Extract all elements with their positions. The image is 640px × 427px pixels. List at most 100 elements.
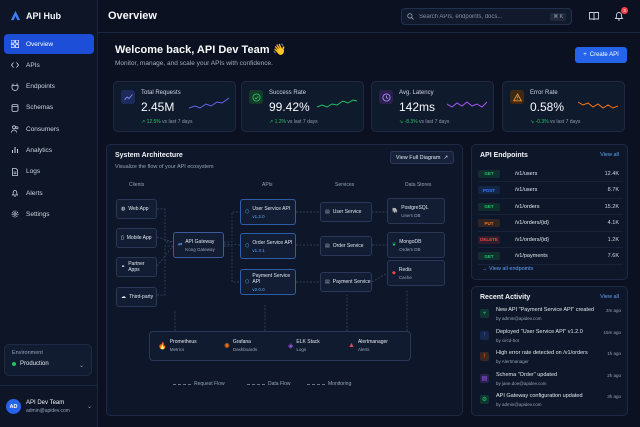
client-web-app[interactable]: ◍ Web App (116, 199, 157, 219)
activity-item[interactable]: + New API "Payment Service API" created by… (478, 306, 623, 326)
shortcut-hint: ⌘ K (550, 12, 566, 21)
sidebar-item-alerts[interactable]: Alerts (4, 183, 94, 203)
activity-item[interactable]: ▤ Schema "Order" updated by jane.doe@apide… (478, 371, 623, 391)
alert-icon: ▲ (348, 342, 355, 349)
endpoint-row[interactable]: GET/v1/users 12.4K (478, 166, 623, 182)
sparkline (447, 101, 487, 108)
service-payment[interactable]: ▤ Payment Service (320, 272, 372, 292)
api-gateway-node[interactable]: ⇄ API Gateway Kong Gateway (173, 232, 224, 258)
node-label: Order Service (332, 243, 364, 249)
welcome-subtitle: Monitor, manage, and scale your APIs wit… (115, 60, 273, 67)
chevron-down-icon: ⌄ (78, 363, 84, 369)
plus-icon: + (480, 309, 489, 318)
activity-item[interactable]: ! High error rate detected on /v1/orders b… (478, 349, 623, 369)
stat-trend: ↘ -8.3% vs last 7 days (399, 119, 449, 125)
method-badge: GET (478, 169, 500, 178)
create-api-button[interactable]: + Create API (575, 47, 627, 63)
activity-view-all-link[interactable]: View all (600, 294, 619, 300)
activity-item[interactable]: ↑ Deployed "User Service API" v1.2.0 by ci… (478, 328, 623, 348)
endpoint-path: /v1/users (515, 170, 538, 177)
view-full-diagram-button[interactable]: View Full Diagram ↗ (390, 151, 454, 164)
view-full-diagram-label: View Full Diagram (395, 154, 441, 161)
environment-selector[interactable]: Environment Production ⌄ (4, 344, 92, 376)
api-icon: ⬡ (245, 279, 250, 285)
architecture-subtitle: Visualize the flow of your API ecosystem (115, 164, 214, 170)
endpoint-row[interactable]: POST/v1/users 8.7K (478, 183, 623, 199)
user-name: API Dev Team (26, 399, 65, 406)
endpoint-count: 4.1K (607, 220, 619, 226)
docs-book-icon[interactable] (588, 10, 600, 22)
endpoint-row[interactable]: DELETE/v1/orders/{id} 1.2K (478, 232, 623, 248)
view-all-endpoints-link[interactable]: → View all endpoints (482, 266, 533, 272)
brand[interactable]: API Hub (10, 10, 61, 21)
sidebar-item-overview[interactable]: Overview (4, 34, 94, 54)
create-api-label: Create API (589, 52, 619, 58)
top-header: Overview ⌘ K 3 (98, 0, 640, 33)
stat-card-error-rate[interactable]: Error Rate 0.58% ↘ -0.3% vs last 7 days (502, 81, 625, 132)
sidebar-item-apis[interactable]: APIs (4, 55, 94, 75)
redis-icon: ◆ (392, 270, 396, 276)
monitor-prometheus[interactable]: 🔥 Prometheus Metrics (158, 339, 197, 352)
sidebar-item-label: Schemas (26, 104, 54, 112)
stat-label: Error Rate (530, 90, 558, 96)
endpoint-row[interactable]: GET/v1/orders 15.2K (478, 199, 623, 215)
store-mongodb[interactable]: ❦ MongoDB Orders DB (387, 232, 445, 258)
environment-value: Production (12, 361, 84, 367)
endpoints-view-all-link[interactable]: View all (600, 152, 619, 158)
store-text: Redis Cache (399, 267, 412, 280)
client-third-party[interactable]: ☁ Third-party (116, 287, 157, 307)
sidebar-item-schemas[interactable]: Schemas (4, 98, 94, 118)
sidebar-item-endpoints[interactable]: Endpoints (4, 77, 94, 97)
node-label: Payment Service (332, 279, 371, 285)
monitor-text: Prometheus Metrics (170, 339, 197, 352)
server-icon: ▤ (325, 209, 330, 215)
api-payment-service[interactable]: ⬡ Payment Service API v2.0.0 (240, 269, 296, 295)
sidebar-item-logs[interactable]: Logs (4, 162, 94, 182)
node-label: Alertmanager (357, 339, 388, 345)
column-apis: APIs (262, 182, 273, 188)
store-redis[interactable]: ◆ Redis Cache (387, 260, 445, 286)
stat-card-success-rate[interactable]: Success Rate 99.42% ↗ 1.2% vs last 7 day… (241, 81, 364, 132)
sidebar-item-settings[interactable]: Settings (4, 204, 94, 224)
stat-period: vs last 7 days (419, 119, 450, 125)
monitor-elk[interactable]: ◈ ELK Stack Logs (288, 339, 320, 352)
store-postgresql[interactable]: 🐘 PostgreSQL Users DB (387, 198, 445, 224)
sidebar-item-analytics[interactable]: Analytics (4, 140, 94, 160)
activity-text: API Gateway configuration updated (496, 393, 583, 399)
api-text: Payment Service API v2.0.0 (252, 273, 295, 292)
stat-delta: ↘ -0.3% (530, 119, 549, 125)
endpoint-path: /v1/orders/{id} (515, 220, 549, 226)
stat-card-total-requests[interactable]: Total Requests 2.45M ↗ 12.5% vs last 7 d… (113, 81, 236, 132)
service-user[interactable]: ▤ User Service (320, 202, 372, 222)
sidebar-item-label: Analytics (26, 146, 53, 154)
service-order[interactable]: ▤ Order Service (320, 236, 372, 256)
stat-card-avg-latency[interactable]: Avg. Latency 142ms ↘ -8.3% vs last 7 day… (371, 81, 494, 132)
stat-value: 142ms (399, 100, 436, 114)
stat-label: Success Rate (269, 90, 307, 96)
endpoint-row[interactable]: GET/v1/payments 7.6K (478, 249, 623, 265)
stat-icon-box (121, 90, 135, 104)
activity-item[interactable]: ⚙ API Gateway configuration updated by adm… (478, 392, 623, 412)
api-order-service[interactable]: ⬡ Order Service API v1.3.1 (240, 233, 296, 259)
client-mobile-app[interactable]: ▯ Mobile App (116, 228, 157, 248)
user-menu[interactable]: AD API Dev Team admin@apidev.com ⌄ (0, 385, 98, 427)
stat-trend: ↘ -0.3% vs last 7 days (530, 119, 580, 125)
sidebar-item-consumers[interactable]: Consumers (4, 119, 94, 139)
search-input[interactable] (419, 13, 539, 20)
monitoring-bar: 🔥 Prometheus Metrics ✺ Grafana Dashboards … (149, 331, 411, 361)
legend-label: Request Flow (194, 381, 225, 387)
endpoint-row[interactable]: PUT/v1/orders/{id} 4.1K (478, 216, 623, 232)
endpoint-path: /v1/orders (515, 203, 540, 210)
store-text: MongoDB Orders DB (399, 239, 421, 252)
client-partner-apps[interactable]: ⚭ Partner Apps (116, 257, 157, 277)
node-version: v1.3.1 (252, 247, 265, 253)
monitor-alertmanager[interactable]: ▲ Alertmanager Alerts (348, 339, 388, 352)
check-circle-icon (251, 92, 261, 102)
api-user-service[interactable]: ⬡ User Service API v1.2.0 (240, 199, 296, 225)
search-box[interactable]: ⌘ K (401, 8, 572, 25)
endpoints-panel: API Endpoints View all GET/v1/users 12.4K… (471, 144, 628, 280)
brand-name: API Hub (26, 10, 61, 21)
stat-delta: ↘ -8.3% (399, 119, 418, 125)
monitor-grafana[interactable]: ✺ Grafana Dashboards (224, 339, 257, 352)
page-title: Overview (108, 10, 157, 22)
